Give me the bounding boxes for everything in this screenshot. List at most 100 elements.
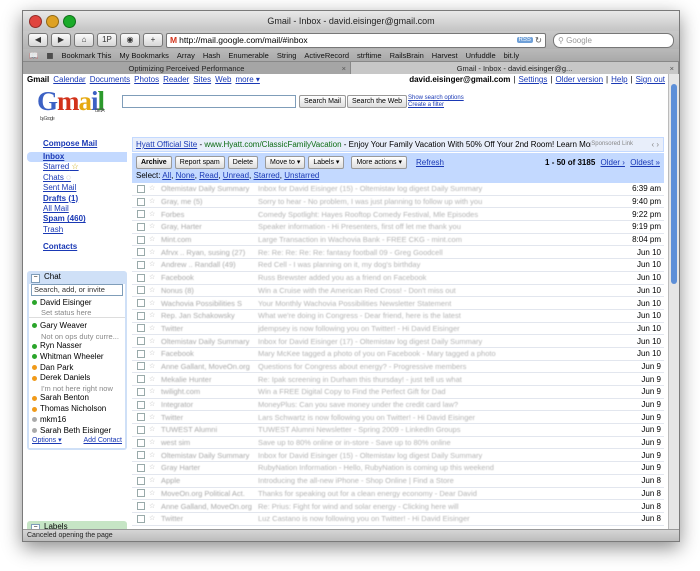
- star-icon[interactable]: ☆: [149, 312, 156, 319]
- help-link[interactable]: Help: [611, 75, 627, 84]
- select-all[interactable]: All: [162, 171, 171, 180]
- sidebar-item-5[interactable]: All Mail: [43, 204, 127, 214]
- chat-contact[interactable]: Sarah Beth Eisinger: [29, 426, 125, 437]
- contacts-link[interactable]: Contacts: [27, 242, 127, 251]
- table-row[interactable]: ☆ Oltemistav Daily Summary Inbox for David…: [132, 335, 664, 348]
- create-filter-link[interactable]: Create a filter: [408, 102, 464, 109]
- collapse-icon[interactable]: −: [31, 274, 40, 283]
- sidebar-item-4[interactable]: Drafts (1): [43, 194, 127, 204]
- row-checkbox[interactable]: [137, 273, 145, 282]
- star-icon[interactable]: ☆: [149, 401, 156, 408]
- add-bookmark-button[interactable]: +: [143, 33, 163, 47]
- bookmark-item[interactable]: Bookmark This: [61, 51, 111, 60]
- home-icon[interactable]: ⌂: [74, 33, 94, 47]
- refresh-link[interactable]: Refresh: [416, 158, 444, 167]
- minimize-window-button[interactable]: [46, 15, 59, 28]
- chat-contact[interactable]: Thomas Nicholson: [29, 404, 125, 415]
- gmail-logo[interactable]: Gmail by Google BETA: [37, 86, 105, 122]
- gbar-link-0[interactable]: Gmail: [27, 75, 49, 84]
- chat-header[interactable]: − Chat: [27, 271, 127, 283]
- star-icon[interactable]: ☆: [149, 464, 156, 471]
- delete-button[interactable]: Delete: [227, 155, 258, 169]
- mail-search-input[interactable]: [122, 95, 296, 108]
- star-icon[interactable]: ☆: [149, 300, 156, 307]
- star-icon[interactable]: ☆: [149, 452, 156, 459]
- table-row[interactable]: ☆ Integrator MoneyPlus: Can you save money…: [132, 399, 664, 412]
- star-icon[interactable]: ☆: [149, 363, 156, 370]
- ad-url[interactable]: www.Hyatt.com/ClassicFamilyVacation: [204, 140, 341, 149]
- show-search-options-link[interactable]: Show search options: [408, 95, 464, 102]
- row-checkbox[interactable]: [137, 349, 145, 358]
- gbar-link-5[interactable]: Sites: [193, 75, 211, 84]
- chat-contact[interactable]: Gary Weaver: [29, 321, 125, 332]
- bookmark-item[interactable]: Hash: [203, 51, 221, 60]
- older-version-link[interactable]: Older version: [555, 75, 603, 84]
- row-checkbox[interactable]: [137, 222, 145, 231]
- star-icon[interactable]: ☆: [149, 388, 156, 395]
- chat-contact[interactable]: Sarah Benton: [29, 393, 125, 404]
- row-checkbox[interactable]: [137, 514, 145, 523]
- bookmark-item[interactable]: Array: [177, 51, 195, 60]
- sidebar-item-7[interactable]: Trash: [43, 225, 127, 235]
- more-actions-dropdown[interactable]: More actions ▾: [351, 155, 407, 169]
- row-checkbox[interactable]: [137, 197, 145, 206]
- chat-options-link[interactable]: Options ▾: [32, 436, 62, 446]
- add-contact-link[interactable]: Add Contact: [83, 436, 122, 446]
- set-status-input[interactable]: Set status here: [29, 308, 125, 318]
- table-row[interactable]: ☆ Afrvx .. Ryan, susing (27) Re: Re: Re: R…: [132, 246, 664, 260]
- web-clip-ad[interactable]: Hyatt Official Site - www.Hyatt.com/Clas…: [132, 137, 664, 152]
- row-checkbox[interactable]: [137, 260, 145, 269]
- zoom-window-button[interactable]: [63, 15, 76, 28]
- archive-button[interactable]: Archive: [136, 155, 172, 169]
- row-checkbox[interactable]: [137, 502, 145, 511]
- book-icon[interactable]: 📖: [29, 51, 38, 60]
- move-to-dropdown[interactable]: Move to ▾: [265, 155, 306, 169]
- star-icon[interactable]: ☆: [149, 503, 156, 510]
- sidebar-item-0[interactable]: Inbox: [27, 152, 127, 163]
- star-icon[interactable]: ☆: [149, 325, 156, 332]
- star-icon[interactable]: ☆: [149, 274, 156, 281]
- star-icon[interactable]: ☆: [149, 477, 156, 484]
- select-unstarred[interactable]: Unstarred: [284, 171, 319, 180]
- select-read[interactable]: Read: [199, 171, 218, 180]
- row-checkbox[interactable]: [137, 387, 145, 396]
- table-row[interactable]: ☆ Apple Introducing the all-new iPhone - S…: [132, 475, 664, 488]
- chat-contact[interactable]: mkm16: [29, 415, 125, 426]
- table-row[interactable]: ☆ TUWEST Alumni TUWEST Alumni Newsletter -…: [132, 424, 664, 437]
- grid-icon[interactable]: ▦: [46, 51, 53, 60]
- search-web-button[interactable]: Search the Web: [347, 95, 408, 108]
- table-row[interactable]: ☆ Mint.com Large Transaction in Wachovia B…: [132, 234, 664, 247]
- table-row[interactable]: ☆ Twitter Lars Schwartz is now following y…: [132, 411, 664, 425]
- onepassword-button[interactable]: 1P: [97, 33, 117, 47]
- table-row[interactable]: ☆ Twitter Luz Castano is now following you…: [132, 513, 664, 526]
- table-row[interactable]: ☆ Gray, Harter Speaker information - Hi Pr…: [132, 221, 664, 234]
- back-button[interactable]: ◀: [28, 33, 48, 47]
- sidebar-item-6[interactable]: Spam (460): [43, 214, 127, 224]
- chat-contact[interactable]: Derek Daniels: [29, 373, 125, 384]
- row-checkbox[interactable]: [137, 235, 145, 244]
- row-checkbox[interactable]: [137, 337, 145, 346]
- sidebar-item-1[interactable]: Starred ☆: [43, 162, 127, 172]
- search-mail-button[interactable]: Search Mail: [299, 95, 346, 108]
- address-bar[interactable]: M http://mail.google.com/mail/#inbox RSS…: [166, 32, 546, 48]
- select-none[interactable]: None: [176, 171, 195, 180]
- star-icon[interactable]: ☆: [149, 350, 156, 357]
- gbar-link-4[interactable]: Reader: [163, 75, 189, 84]
- bookmark-item[interactable]: bit.ly: [504, 51, 519, 60]
- labels-dropdown[interactable]: Labels ▾: [308, 155, 345, 169]
- star-icon[interactable]: ☆: [149, 338, 156, 345]
- table-row[interactable]: ☆ Andrew .. Randall (49) Red Cell - I was …: [132, 259, 664, 272]
- star-icon[interactable]: ☆: [149, 249, 156, 256]
- table-row[interactable]: ☆ Facebook Mary McKee tagged a photo of yo…: [132, 348, 664, 361]
- compose-mail-link[interactable]: Compose Mail: [27, 139, 127, 148]
- close-window-button[interactable]: [29, 15, 42, 28]
- gbar-link-1[interactable]: Calendar: [53, 75, 85, 84]
- row-checkbox[interactable]: [137, 463, 145, 472]
- row-checkbox[interactable]: [137, 400, 145, 409]
- bookmark-item[interactable]: Unfuddle: [466, 51, 496, 60]
- table-row[interactable]: ☆ Rep. Jan Schakowsky What we're doing in …: [132, 310, 664, 323]
- row-checkbox[interactable]: [137, 299, 145, 308]
- bookmark-item[interactable]: RailsBrain: [390, 51, 424, 60]
- table-row[interactable]: ☆ Gray Harter RubyNation Information - Hel…: [132, 462, 664, 475]
- star-icon[interactable]: ☆: [149, 198, 156, 205]
